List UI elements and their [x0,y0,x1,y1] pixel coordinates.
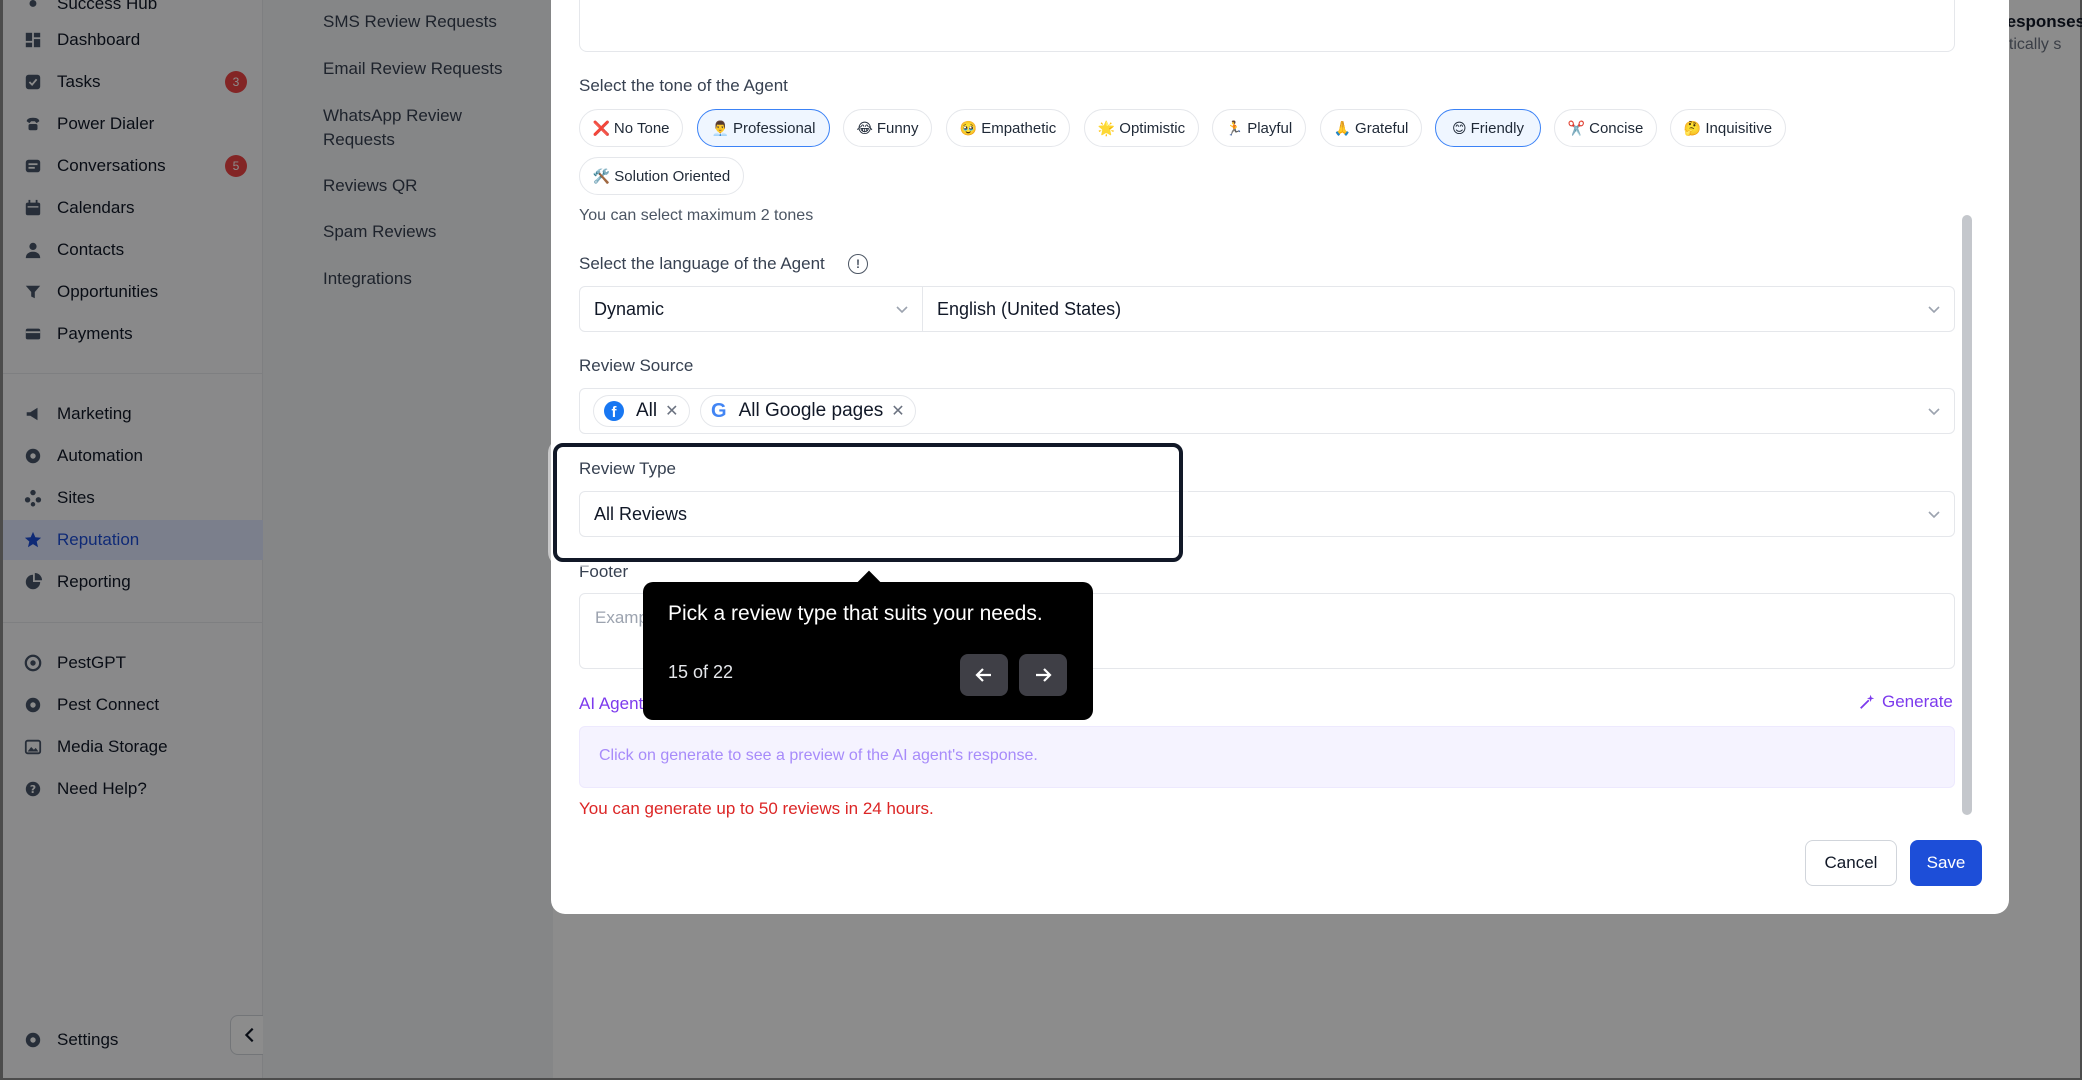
tone-chip-label: Solution Oriented [614,167,731,185]
source-tag-label: All [636,400,658,421]
google-icon: G [711,399,727,422]
language-value: English (United States) [937,298,1122,319]
tone-chip-label: Optimistic [1119,119,1186,137]
chevron-down-icon [1928,306,1940,314]
footer-label: Footer [579,562,629,581]
tour-next-button[interactable] [1019,654,1067,696]
language-mode-value: Dynamic [594,298,665,319]
save-button[interactable]: Save [1910,840,1982,886]
laughing-icon: 😂 [856,119,873,136]
tone-helper-text: You can select maximum 2 tones [579,207,814,224]
tour-step-count: 15 of 22 [668,662,734,682]
tone-chip-empathetic[interactable]: 🥹 Empathetic [946,109,1070,147]
facebook-icon: f [604,401,624,421]
tone-chip-funny[interactable]: 😂 Funny [843,109,932,147]
tone-label: Select the tone of the Agent [579,76,788,95]
language-label: Select the language of the Agent [579,254,825,273]
chevron-down-icon [896,306,908,314]
professional-icon: 👨‍💼 [711,119,729,136]
empathetic-icon: 🥹 [959,119,978,136]
remove-icon[interactable]: ✕ [891,401,904,421]
tone-chip-label: Empathetic [981,119,1057,137]
scissors-icon: ✂️ [1567,119,1586,136]
tone-chip-label: Funny [876,119,919,137]
tone-chip-label: Playful [1247,119,1293,137]
tone-chip-no-tone[interactable]: ❌ No Tone [579,109,683,147]
tour-prev-button[interactable] [960,654,1008,696]
generate-button[interactable]: Generate [1858,692,1953,712]
chevron-down-icon [1928,511,1940,519]
info-icon[interactable]: ! [848,254,868,274]
tour-tooltip: Pick a review type that suits your needs… [643,570,1093,720]
praying-hands-icon: 🙏 [1333,119,1352,136]
arrow-left-icon [975,668,991,682]
playful-icon: 🏃 [1225,119,1244,136]
language-mode-select[interactable]: Dynamic [579,286,923,332]
thinking-icon: 🤔 [1683,119,1702,136]
source-tag-label: All Google pages [738,400,884,421]
ai-preview-box: Click on generate to see a preview of th… [579,726,1955,788]
language-select[interactable]: English (United States) [922,286,1955,332]
footer-placeholder: Examp [595,608,648,627]
ai-agent-label: AI Agent [579,694,644,713]
cancel-button[interactable]: Cancel [1805,840,1897,886]
tone-chip-label: Inquisitive [1705,119,1773,137]
tone-chip-grateful[interactable]: 🙏 Grateful [1320,109,1422,147]
tone-chip-inquisitive[interactable]: 🤔 Inquisitive [1670,109,1786,147]
magic-wand-icon [1860,694,1875,709]
review-source-label: Review Source [579,356,694,375]
tone-chip-label: Grateful [1355,119,1409,137]
modal-scrollbar[interactable] [1962,215,1972,815]
tools-icon: 🛠️ [592,167,611,184]
chevron-down-icon [1928,408,1940,416]
smile-icon: 😊 [1452,119,1467,136]
preview-text: Click on generate to see a preview of th… [599,747,1038,764]
tour-highlight [553,443,1183,562]
source-tag-google[interactable]: G All Google pages ✕ [700,395,916,427]
tone-chip-friendly[interactable]: 😊 Friendly [1435,109,1541,147]
tone-chip-label: Friendly [1470,119,1524,137]
arrow-right-icon [1036,668,1052,682]
source-tag-facebook[interactable]: f All ✕ [593,395,690,427]
tone-chip-label: No Tone [613,119,670,137]
tone-chip-playful[interactable]: 🏃 Playful [1212,109,1306,147]
tone-chip-label: Professional [732,119,816,137]
tone-chip-concise[interactable]: ✂️ Concise [1554,109,1657,147]
star-glow-icon: 🌟 [1097,119,1116,136]
tour-text: Pick a review type that suits your needs… [668,602,1043,625]
previous-textarea[interactable] [579,0,1955,52]
tone-chip-solution-oriented[interactable]: 🛠️ Solution Oriented [579,157,744,195]
generate-label: Generate [1882,692,1953,711]
tone-chip-optimistic[interactable]: 🌟 Optimistic [1084,109,1199,147]
generate-limit-warning: You can generate up to 50 reviews in 24 … [579,799,934,818]
remove-icon[interactable]: ✕ [665,401,678,421]
cross-icon: ❌ [592,119,610,136]
tone-chip-label: Concise [1589,119,1644,137]
tone-chip-professional[interactable]: 👨‍💼 Professional [697,109,830,147]
